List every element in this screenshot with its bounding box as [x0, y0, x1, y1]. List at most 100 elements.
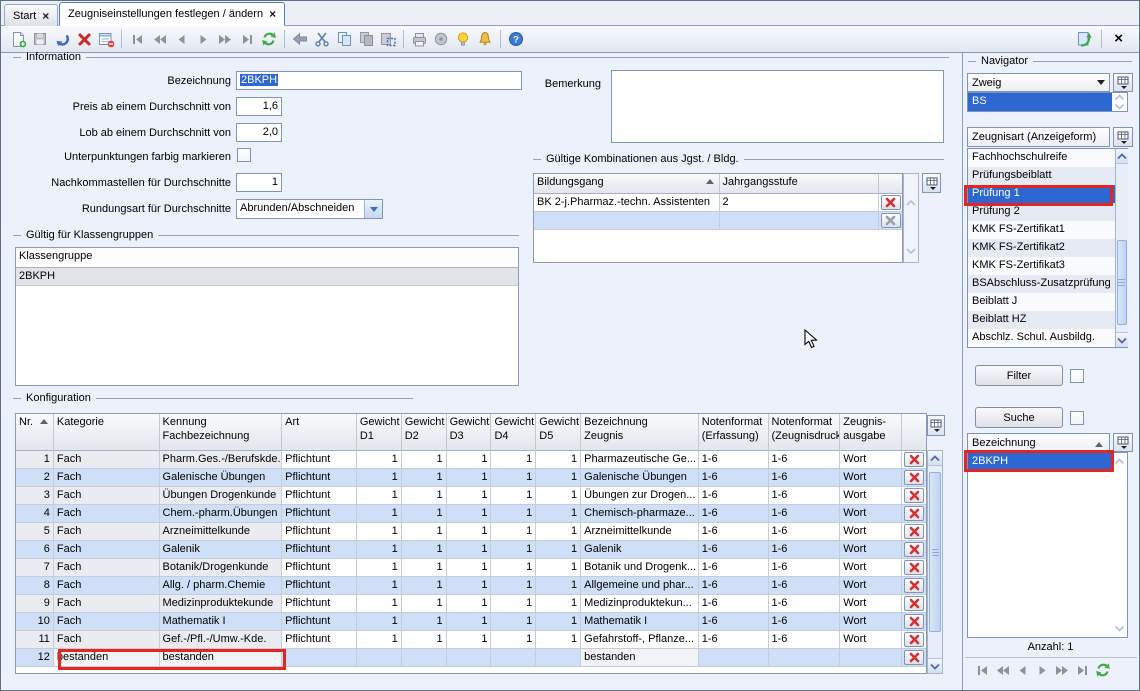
scroll-up-button[interactable]: [928, 451, 942, 466]
cell-ausgabe[interactable]: Wort: [840, 631, 902, 649]
kombinationen-scrollbar[interactable]: [903, 173, 919, 263]
cell-nf_erfassung[interactable]: 1-6: [699, 595, 769, 613]
cell-d1[interactable]: 1: [357, 469, 402, 487]
zweig-field-chooser-button[interactable]: [1113, 73, 1133, 92]
konfig-row[interactable]: 6FachGalenikPflichtunt11111Galenik1-61-6…: [16, 541, 926, 559]
cell-bezeichnung[interactable]: Botanik und Drogenk...: [581, 559, 699, 577]
cell-d1[interactable]: 1: [357, 631, 402, 649]
bemerkung-textarea[interactable]: [611, 70, 944, 143]
zeugnisart-field-chooser-button[interactable]: [1113, 127, 1133, 147]
konfiguration-field-chooser-button[interactable]: [927, 415, 945, 436]
cell-nf_erfassung[interactable]: 1-6: [699, 559, 769, 577]
cell-nf_erfassung[interactable]: 1-6: [699, 541, 769, 559]
konfig-column-header[interactable]: Bezeichnung Zeugnis: [581, 414, 699, 451]
cell-jahrgangsstufe[interactable]: [720, 212, 880, 230]
cell-d5[interactable]: 1: [536, 631, 581, 649]
cell-d1[interactable]: 1: [357, 487, 402, 505]
record-first-button[interactable]: [126, 28, 148, 50]
cell-kennung[interactable]: Mathematik I: [160, 613, 283, 631]
cell-art[interactable]: Pflichtunt: [282, 559, 357, 577]
kombination-row[interactable]: [534, 212, 902, 230]
cell-d2[interactable]: 1: [402, 595, 447, 613]
record-first-button[interactable]: [975, 663, 990, 681]
konfig-column-header[interactable]: Gewicht D2: [402, 414, 447, 451]
sync-view-button[interactable]: [1073, 28, 1095, 50]
tab-close-icon[interactable]: ×: [42, 11, 49, 21]
zeugnisart-item[interactable]: Beiblatt HZ: [968, 311, 1115, 329]
cell-d1[interactable]: [357, 649, 402, 667]
cell-d3[interactable]: 1: [447, 595, 492, 613]
cell-ausgabe[interactable]: Wort: [840, 595, 902, 613]
cell-nf_druck[interactable]: 1-6: [769, 469, 841, 487]
cell-ausgabe[interactable]: [840, 649, 902, 667]
record-next-button[interactable]: [192, 28, 214, 50]
cell-nr[interactable]: 4: [16, 505, 54, 523]
cell-d1[interactable]: 1: [357, 613, 402, 631]
bezeichnung-field-chooser-button[interactable]: [1113, 433, 1133, 452]
cell-kategorie[interactable]: Fach: [54, 469, 160, 487]
delete-row-button[interactable]: [904, 524, 924, 539]
konfig-row[interactable]: 10FachMathematik IPflichtunt11111Mathema…: [16, 613, 926, 631]
cell-d5[interactable]: 1: [536, 613, 581, 631]
cell-d3[interactable]: 1: [447, 541, 492, 559]
cell-kennung[interactable]: Übungen Drogenkunde: [160, 487, 283, 505]
cell-nf_erfassung[interactable]: [699, 649, 769, 667]
zweig-item-selected[interactable]: BS: [968, 93, 1112, 111]
konfig-column-header[interactable]: Gewicht D1: [357, 414, 402, 451]
konfig-row[interactable]: 8FachAllg. / pharm.ChemiePflichtunt11111…: [16, 577, 926, 595]
cell-kennung[interactable]: Chem.-pharm.Übungen: [160, 505, 283, 523]
cell-d2[interactable]: 1: [402, 505, 447, 523]
cell-bezeichnung[interactable]: Pharmazeutische Ge...: [581, 451, 699, 469]
dropdown-button[interactable]: [364, 200, 382, 218]
cell-d2[interactable]: 1: [402, 631, 447, 649]
zeugnisart-item[interactable]: Prüfungsbeiblatt: [968, 167, 1115, 185]
scroll-down-button[interactable]: [1116, 332, 1128, 347]
copy-button[interactable]: [333, 28, 355, 50]
cell-d5[interactable]: 1: [536, 505, 581, 523]
undo-button[interactable]: [51, 28, 73, 50]
konfig-column-header[interactable]: Notenformat (Zeugnisdruck): [769, 414, 841, 451]
delete-row-button[interactable]: [904, 650, 924, 665]
scrollbar-thumb[interactable]: [929, 472, 941, 632]
cell-nf_druck[interactable]: 1-6: [769, 559, 841, 577]
cell-kategorie[interactable]: Fach: [54, 559, 160, 577]
konfiguration-scrollbar[interactable]: [927, 450, 943, 674]
konfig-column-header[interactable]: Zeugnis- ausgabe: [840, 414, 902, 451]
scrollbar-thumb[interactable]: [1117, 240, 1127, 325]
cell-ausgabe[interactable]: Wort: [840, 505, 902, 523]
record-next-button[interactable]: [1035, 663, 1050, 681]
cell-ausgabe[interactable]: Wort: [840, 523, 902, 541]
cell-d1[interactable]: 1: [357, 595, 402, 613]
record-next-fast-button[interactable]: [214, 28, 236, 50]
delete-row-button[interactable]: [904, 632, 924, 647]
cell-d4[interactable]: 1: [491, 613, 536, 631]
delete-row-button[interactable]: [904, 596, 924, 611]
konfig-column-header[interactable]: Kategorie: [54, 414, 160, 451]
cell-d4[interactable]: 1: [491, 523, 536, 541]
zeugnisart-scrollbar[interactable]: [1115, 149, 1128, 347]
cell-d4[interactable]: 1: [491, 487, 536, 505]
record-last-button[interactable]: [1075, 663, 1090, 681]
record-prev-button[interactable]: [1015, 663, 1030, 681]
cell-kategorie[interactable]: Fach: [54, 451, 160, 469]
cell-d3[interactable]: 1: [447, 613, 492, 631]
cell-d4[interactable]: 1: [491, 631, 536, 649]
konfig-row[interactable]: 4FachChem.-pharm.ÜbungenPflichtunt11111C…: [16, 505, 926, 523]
cell-d1[interactable]: 1: [357, 577, 402, 595]
cell-bezeichnung[interactable]: Galenische Übungen: [581, 469, 699, 487]
cell-bezeichnung[interactable]: Übungen zur Drogen...: [581, 487, 699, 505]
cell-nf_druck[interactable]: 1-6: [769, 505, 841, 523]
delete-row-button[interactable]: [904, 470, 924, 485]
suche-button[interactable]: Suche: [975, 407, 1063, 428]
cell-d4[interactable]: 1: [491, 505, 536, 523]
cell-kategorie[interactable]: Fach: [54, 613, 160, 631]
cell-nf_erfassung[interactable]: 1-6: [699, 613, 769, 631]
klassengruppe-row[interactable]: 2BKPH: [16, 268, 518, 286]
paste-button[interactable]: [355, 28, 377, 50]
cell-art[interactable]: Pflichtunt: [282, 577, 357, 595]
cell-nf_druck[interactable]: 1-6: [769, 577, 841, 595]
cell-bezeichnung[interactable]: Gefahrstoff-, Pflanze...: [581, 631, 699, 649]
notification-button[interactable]: [474, 28, 496, 50]
cell-bezeichnung[interactable]: Galenik: [581, 541, 699, 559]
column-header-bildungsgang[interactable]: Bildungsgang: [534, 174, 720, 194]
